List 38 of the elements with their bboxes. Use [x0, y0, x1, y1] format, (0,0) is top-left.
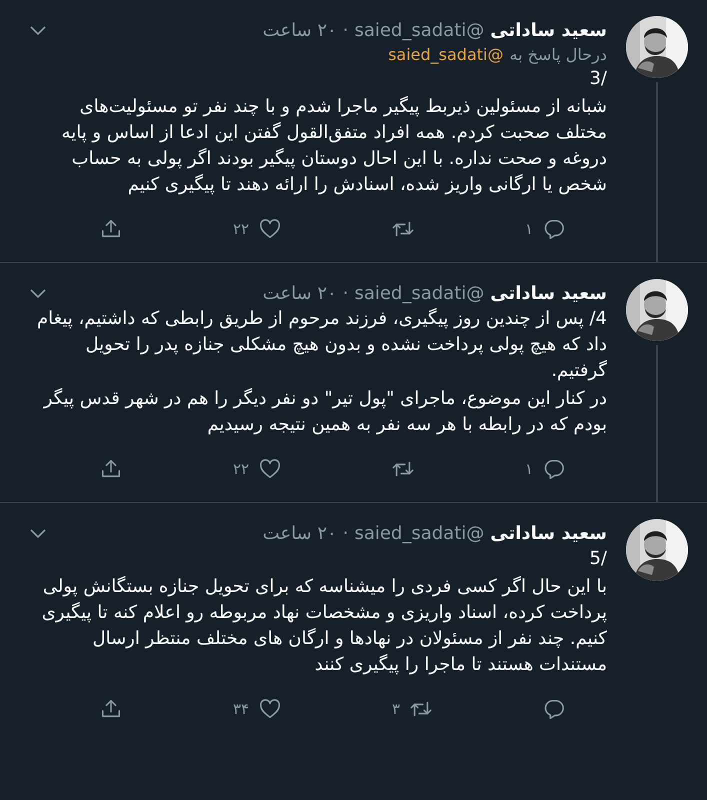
share-icon: [100, 698, 122, 720]
tweet-time[interactable]: ۲۰ ساعت: [262, 523, 337, 544]
like-button[interactable]: ۳۴: [230, 696, 284, 722]
chevron-down-icon[interactable]: [30, 528, 46, 538]
tweet-text: 3/: [588, 67, 607, 91]
share-icon: [100, 458, 122, 480]
retweet-button[interactable]: ۳: [390, 696, 434, 722]
speech-bubble-icon: [543, 698, 565, 720]
author-name[interactable]: سعید ساداتی: [490, 283, 607, 304]
author-name[interactable]: سعید ساداتی: [490, 523, 607, 544]
tweet-text: 5/: [588, 547, 607, 571]
speech-bubble-icon: [543, 458, 565, 480]
separator-dot: ·: [342, 20, 348, 41]
author-name[interactable]: سعید ساداتی: [490, 20, 607, 41]
speech-bubble-icon: [543, 218, 565, 240]
tweet-text: 4/ پس از چندین روز پیگیری، فرزند مرحوم از طریق رابطی که داشتیم، پیغام داد که هیچ پولی پرداخت نشده و بدون هیچ مشکلی جنازه پدر را تحویل گرفتیم.: [36, 307, 607, 383]
tweet-text: شبانه از مسئولین ذیربط پیگیر ماجرا شدم و با چند نفر تو مسئولیت‌های مختلف صحبت کردم. همه افراد متفق‌القول گفتن این ادعا از اساس و پایه دروغه و صحت نداره. با این احال دوستان پیگیر بودند اگر پولی به حساب شخص یا ارگانی واریز شده، اسنادش را ارائه دهند تا پیگیری کنیم: [60, 95, 607, 197]
like-button[interactable]: ۲۲: [230, 456, 284, 482]
tweet-text: در کنار این موضوع، ماجرای "پول تیر" دو نفر دیگر را هم در شهر قدس پیگر بودم که در رابطه با هر سه نفر به همین نتیجه رسیدیم: [42, 387, 607, 437]
replying-label: درحال پاسخ به: [509, 45, 607, 64]
heart-icon: [259, 218, 282, 240]
share-icon: [100, 218, 122, 240]
separator-dot: ·: [342, 523, 348, 544]
chevron-down-icon[interactable]: [30, 288, 46, 298]
separator-dot: ·: [342, 283, 348, 304]
tweet-time[interactable]: ۲۰ ساعت: [262, 283, 337, 304]
chevron-down-icon[interactable]: [30, 26, 46, 36]
user-handle[interactable]: @saied_sadati: [354, 283, 484, 304]
mention-link[interactable]: @saied_sadati: [388, 45, 504, 64]
user-handle[interactable]: @saied_sadati: [354, 20, 484, 41]
tweet-time[interactable]: ۲۰ ساعت: [262, 20, 337, 41]
reply-button[interactable]: ۱: [522, 456, 567, 482]
heart-icon: [259, 458, 282, 480]
user-handle[interactable]: @saied_sadati: [354, 523, 484, 544]
tweet-text: با این حال اگر کسی فردی را میشناسه که برای تحویل جنازه بستگانش پولی پرداخت کرده، اسناد واریزی و مشخصات نهاد مربوطه رو اعلام کنه تا پیگیری کنیم. چند نفر از مسئولان در نهادها و ارگان های مختلف منتظر ارسال مستندات هستند تا ماجرا را پیگیری کنند: [40, 575, 607, 677]
heart-icon: [259, 698, 282, 720]
reply-button[interactable]: ۱: [522, 216, 567, 242]
like-button[interactable]: ۲۲: [230, 216, 284, 242]
